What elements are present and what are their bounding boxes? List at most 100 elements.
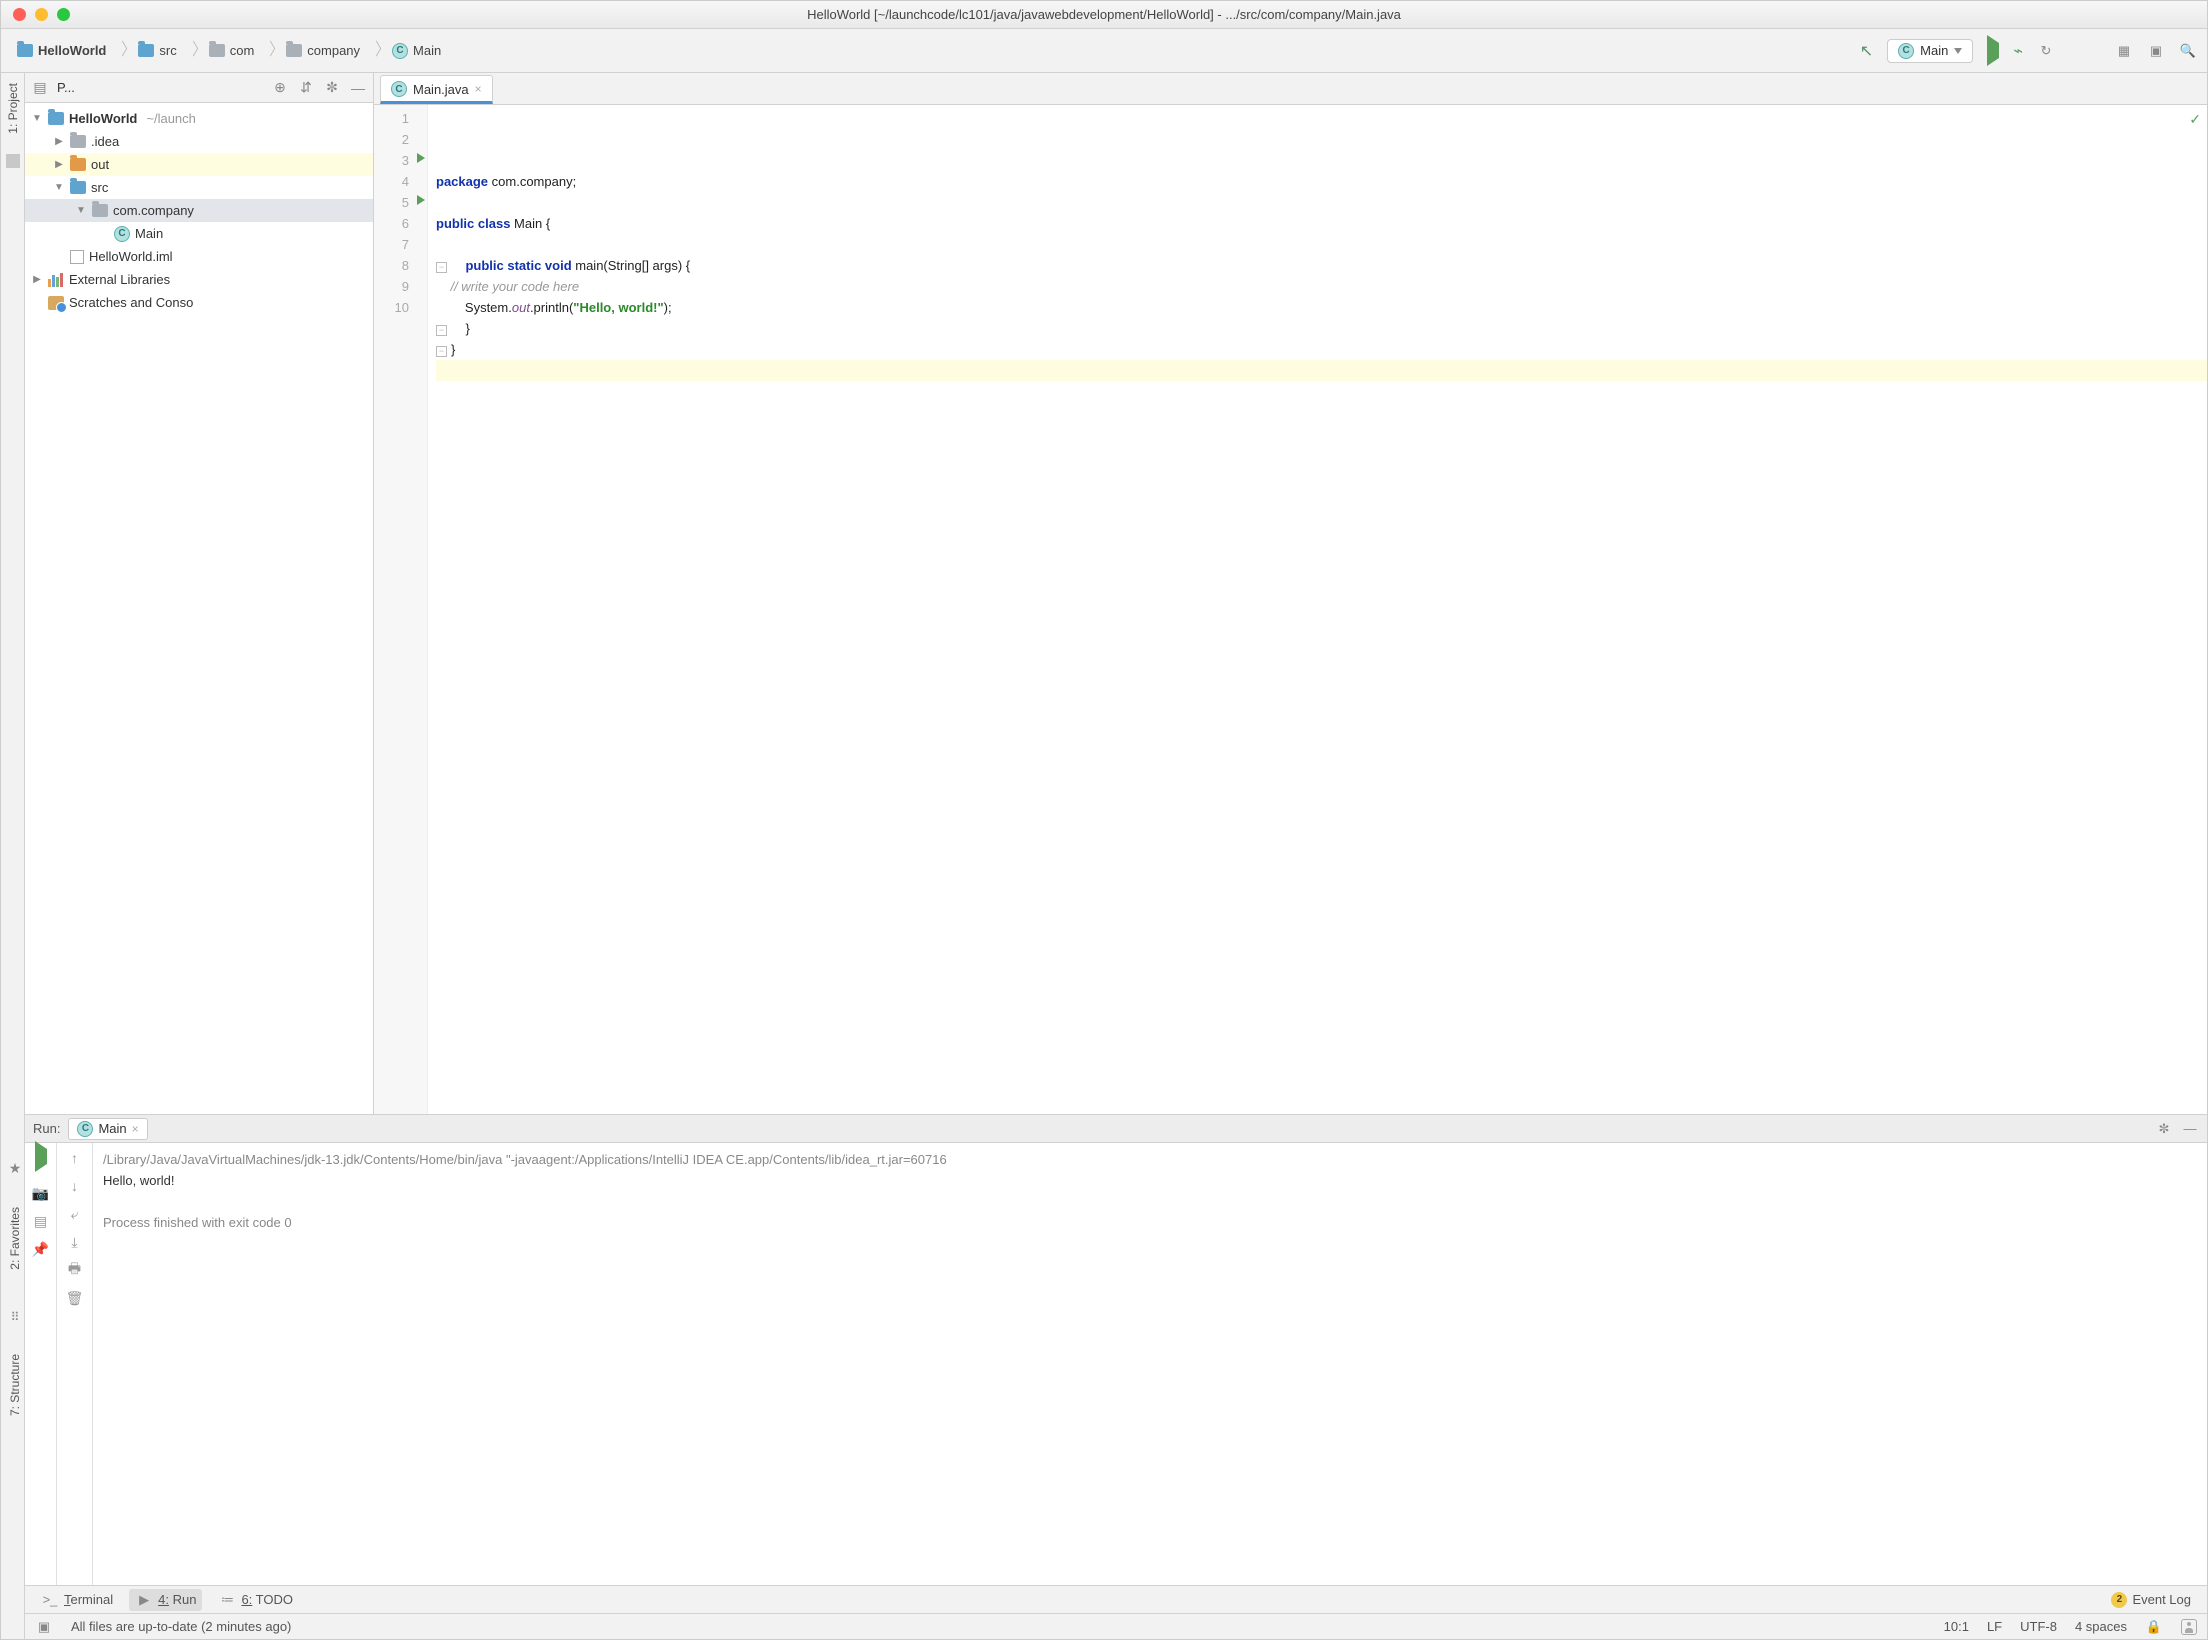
line-number[interactable]: 10 [374, 297, 409, 318]
down-stack-icon[interactable]: ↓ [66, 1177, 84, 1195]
tree-arrow-icon[interactable] [31, 274, 43, 285]
rerun-button[interactable] [35, 1149, 47, 1164]
tree-row[interactable]: External Libraries [25, 268, 373, 291]
line-number[interactable]: 8 [374, 255, 409, 276]
tree-row[interactable]: src [25, 176, 373, 199]
debug-button[interactable]: ⌁ [2013, 41, 2023, 61]
inspection-ok-icon[interactable]: ✓ [2189, 109, 2201, 130]
tool-window-button[interactable]: ▣ [2147, 42, 2165, 60]
line-number[interactable]: 1 [374, 108, 409, 129]
fold-icon[interactable]: − [436, 346, 447, 357]
status-caret-pos[interactable]: 10:1 [1944, 1619, 1969, 1634]
dump-threads-icon[interactable]: 📷 [32, 1184, 50, 1202]
tree-arrow-icon[interactable] [31, 113, 43, 124]
editor-code[interactable]: ✓ package com.company; public class Main … [428, 105, 2207, 1114]
bottom-tab[interactable]: ≔6: TODO [212, 1589, 299, 1611]
event-log-button[interactable]: 2 Event Log [2105, 1590, 2197, 1610]
structure-tool-button[interactable]: 7: Structure [8, 1354, 22, 1416]
breadcrumb-item[interactable]: src [132, 41, 182, 60]
tree-row[interactable]: Scratches and Conso [25, 291, 373, 314]
tree-row[interactable]: out [25, 153, 373, 176]
gutter-run-icon[interactable] [417, 195, 425, 205]
select-opened-file-icon[interactable]: ⊕ [271, 79, 289, 97]
print-icon[interactable]: 🖶 [66, 1261, 84, 1279]
line-number[interactable]: 6 [374, 213, 409, 234]
tree-row[interactable]: com.company [25, 199, 373, 222]
hide-run-icon[interactable]: — [2181, 1120, 2199, 1138]
settings-icon[interactable]: ✼ [323, 79, 341, 97]
code-line[interactable] [436, 234, 2207, 255]
code-line[interactable]: package com.company; [436, 171, 2207, 192]
close-window-button[interactable] [13, 8, 26, 21]
breadcrumb-item[interactable]: company [280, 41, 366, 60]
code-line[interactable]: public class Main { [436, 213, 2207, 234]
line-number[interactable]: 7 [374, 234, 409, 255]
status-toggle-icon[interactable]: ▣ [35, 1618, 53, 1636]
hide-panel-icon[interactable]: — [349, 79, 367, 97]
tree-row[interactable]: HelloWorld.iml [25, 245, 373, 268]
search-everywhere-button[interactable]: 🔍 [2179, 42, 2197, 60]
maximize-window-button[interactable] [57, 8, 70, 21]
run-tool-tab[interactable]: C Main × [68, 1118, 147, 1140]
status-line-sep[interactable]: LF [1987, 1619, 2002, 1634]
code-editor[interactable]: 12345678910 ✓ package com.company; public… [374, 105, 2207, 1114]
run-config-selector[interactable]: C Main [1887, 39, 1973, 63]
code-line[interactable]: // write your code here [436, 276, 2207, 297]
close-tab-icon[interactable]: × [475, 82, 482, 96]
up-stack-icon[interactable]: ↑ [66, 1149, 84, 1167]
build-icon[interactable]: ↖ [1860, 41, 1873, 61]
run-console-output[interactable]: /Library/Java/JavaVirtualMachines/jdk-13… [93, 1143, 2207, 1585]
pin-icon[interactable]: 📌 [32, 1240, 50, 1258]
run-settings-icon[interactable]: ✼ [2155, 1120, 2173, 1138]
editor-tab[interactable]: C Main.java × [380, 75, 493, 104]
favorites-star-icon[interactable]: ★ [9, 1160, 22, 1177]
tree-arrow-icon[interactable] [53, 159, 65, 170]
code-line[interactable]: −} [436, 339, 2207, 360]
bottom-tab[interactable]: >_Terminal [35, 1589, 119, 1611]
code-line[interactable]: − public static void main(String[] args)… [436, 255, 2207, 276]
expand-all-icon[interactable]: ⇵ [297, 79, 315, 97]
code-line[interactable] [436, 360, 2207, 381]
scroll-end-icon[interactable]: ⤓ [66, 1233, 84, 1251]
bottom-tab[interactable]: ▶4: Run [129, 1589, 202, 1611]
run-button[interactable] [1987, 43, 1999, 58]
tree-row[interactable]: CMain [25, 222, 373, 245]
breadcrumb-item[interactable]: com [203, 41, 261, 60]
layout-icon[interactable]: ▤ [32, 1212, 50, 1230]
line-number[interactable]: 4 [374, 171, 409, 192]
fold-icon[interactable]: − [436, 262, 447, 273]
clear-icon[interactable]: 🗑 [66, 1289, 84, 1307]
close-run-tab-icon[interactable]: × [132, 1122, 139, 1136]
minimize-window-button[interactable] [35, 8, 48, 21]
left-tool-icon[interactable] [6, 154, 20, 168]
code-line[interactable]: − } [436, 318, 2207, 339]
line-number[interactable]: 2 [374, 129, 409, 150]
tree-arrow-icon[interactable] [75, 205, 87, 216]
structure-icon[interactable]: ⠿ [11, 1310, 20, 1324]
coverage-button[interactable]: ↻ [2037, 42, 2055, 60]
project-structure-button[interactable]: ▦ [2115, 42, 2133, 60]
status-indent[interactable]: 4 spaces [2075, 1619, 2127, 1634]
breadcrumb-item[interactable]: CMain [386, 41, 447, 61]
gutter-run-icon[interactable] [417, 153, 425, 163]
tree-arrow-icon[interactable] [53, 182, 65, 193]
status-lock-icon[interactable]: 🔒 [2145, 1618, 2163, 1636]
line-number[interactable]: 3 [374, 150, 409, 171]
editor-gutter[interactable]: 12345678910 [374, 105, 428, 1114]
favorites-tool-button[interactable]: 2: Favorites [8, 1207, 22, 1270]
tree-row[interactable]: .idea [25, 130, 373, 153]
code-line[interactable]: System.out.println("Hello, world!"); [436, 297, 2207, 318]
inspector-profile-icon[interactable] [2181, 1619, 2197, 1635]
breadcrumb-item[interactable]: HelloWorld [11, 41, 112, 60]
soft-wrap-icon[interactable]: ⤶ [66, 1205, 84, 1223]
fold-icon[interactable]: − [436, 325, 447, 336]
line-number[interactable]: 9 [374, 276, 409, 297]
tree-arrow-icon[interactable] [53, 136, 65, 147]
project-tool-button[interactable]: 1: Project [6, 83, 20, 134]
project-view-label[interactable]: P... [57, 80, 263, 95]
code-line[interactable] [436, 192, 2207, 213]
project-tree[interactable]: HelloWorld~/launch.ideaoutsrccom.company… [25, 103, 373, 1114]
tree-row[interactable]: HelloWorld~/launch [25, 107, 373, 130]
project-view-icon[interactable]: ▤ [31, 79, 49, 97]
line-number[interactable]: 5 [374, 192, 409, 213]
